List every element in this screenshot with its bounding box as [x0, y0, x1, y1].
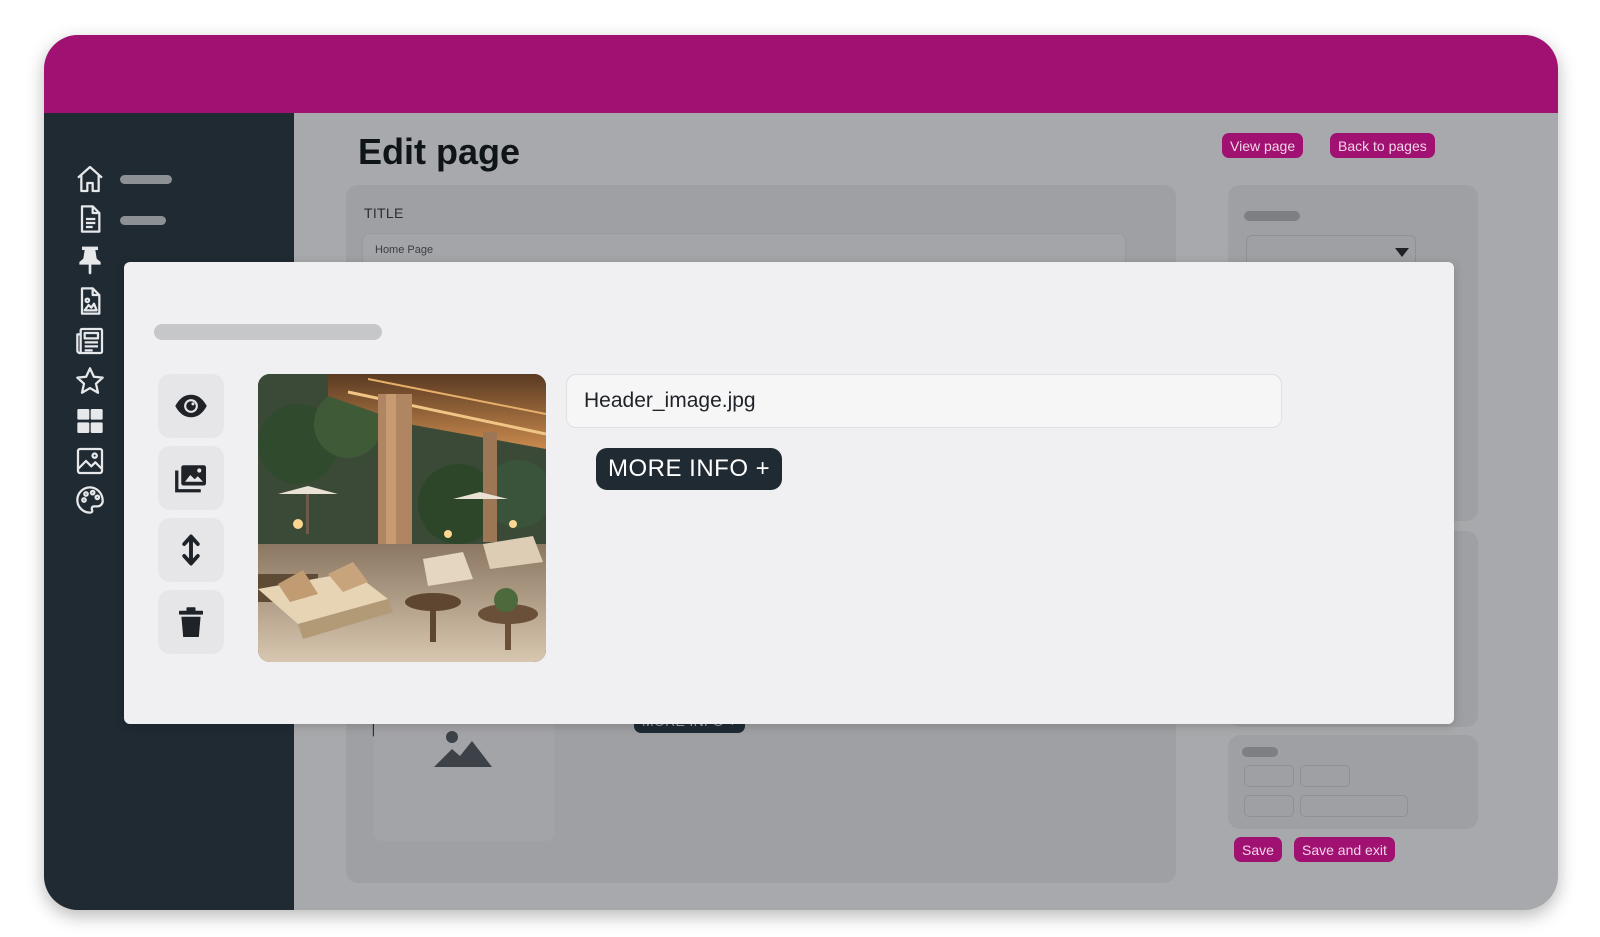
file-name-input[interactable]: Header_image.jpg [566, 374, 1282, 428]
newspaper-icon[interactable] [72, 323, 108, 359]
move-vertical-icon [182, 534, 200, 566]
star-icon[interactable] [72, 363, 108, 399]
title-field-label: TITLE [364, 205, 404, 221]
gallery-button[interactable] [158, 446, 224, 510]
gallery-icon [175, 465, 206, 493]
save-and-exit-button[interactable]: Save and exit [1294, 837, 1395, 862]
page-title: Edit page [358, 131, 521, 172]
view-page-button[interactable]: View page [1222, 133, 1304, 158]
document-icon[interactable] [72, 201, 108, 237]
title-input-value: Home Page [375, 244, 434, 256]
option-box[interactable] [1300, 795, 1408, 817]
save-button[interactable]: Save [1234, 837, 1282, 862]
gallery-icon[interactable] [72, 443, 108, 479]
move-button[interactable] [158, 518, 224, 582]
settings-label-placeholder [1244, 211, 1300, 221]
back-to-pages-button[interactable]: Back to pages [1330, 133, 1435, 158]
sidebar-label-placeholder [120, 216, 166, 225]
mountain-icon [434, 731, 492, 767]
option-box[interactable] [1244, 765, 1294, 787]
file-name-value: Header_image.jpg [584, 389, 756, 412]
option-box[interactable] [1244, 795, 1294, 817]
options-panel [1228, 735, 1478, 829]
header-image-thumbnail[interactable] [258, 374, 546, 662]
option-box[interactable] [1300, 765, 1350, 787]
patio-photo [258, 374, 546, 662]
top-bar [44, 35, 1558, 113]
chevron-down-icon [1395, 248, 1409, 257]
image-editor-modal: Header_image.jpg MORE INFO + [124, 262, 1454, 724]
options-label-placeholder [1242, 747, 1278, 757]
more-info-button[interactable]: MORE INFO + [596, 448, 783, 490]
sidebar-label-placeholder [120, 175, 172, 184]
palette-icon[interactable] [72, 482, 108, 518]
image-placeholder[interactable] [374, 707, 554, 841]
home-icon[interactable] [72, 161, 108, 197]
pin-icon[interactable] [72, 242, 108, 278]
trash-icon [179, 607, 203, 637]
modal-title-placeholder [154, 324, 382, 340]
image-file-icon[interactable] [72, 283, 108, 319]
grid-icon[interactable] [72, 403, 108, 439]
delete-button[interactable] [158, 590, 224, 654]
preview-button[interactable] [158, 374, 224, 438]
eye-icon [175, 394, 207, 418]
